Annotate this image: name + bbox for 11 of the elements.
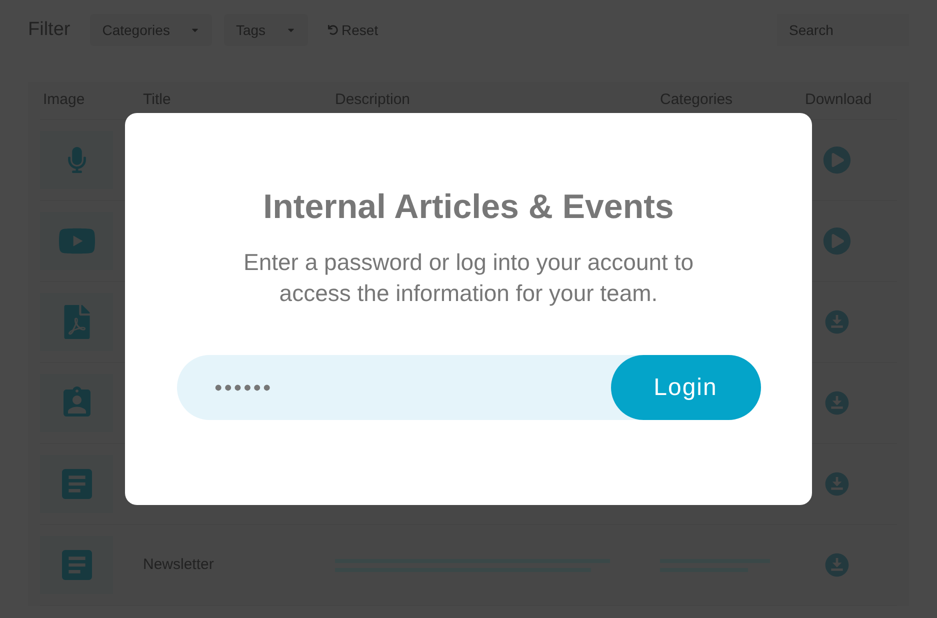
download-icon[interactable] (823, 308, 851, 336)
dialog-title: Internal Articles & Events (263, 187, 674, 228)
reset-icon (328, 25, 338, 35)
password-field[interactable]: •••••• Login (176, 355, 760, 420)
dialog-message: Enter a password or log into your account to access the information for your team. (242, 248, 695, 308)
login-button[interactable]: Login (610, 355, 760, 420)
play-icon[interactable] (823, 146, 851, 174)
download-icon[interactable] (823, 389, 851, 417)
download-icon[interactable] (823, 470, 851, 498)
download-icon[interactable] (823, 551, 851, 579)
play-icon[interactable] (823, 227, 851, 255)
